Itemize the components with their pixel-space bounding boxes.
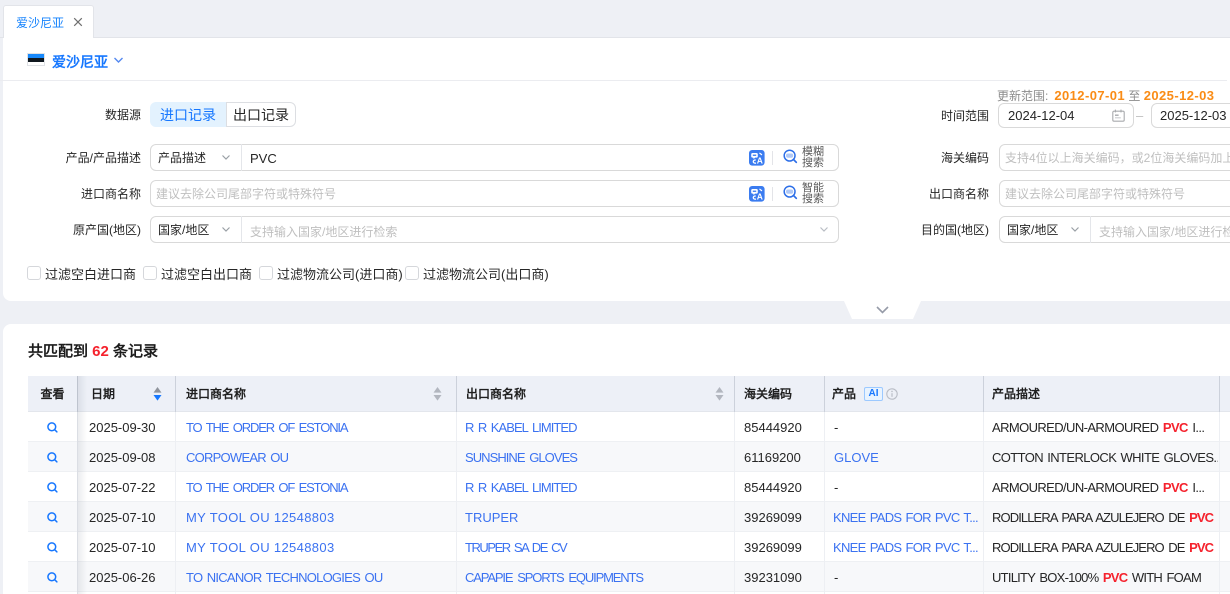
- svg-text:A: A: [757, 156, 763, 166]
- svg-text:A: A: [757, 192, 763, 202]
